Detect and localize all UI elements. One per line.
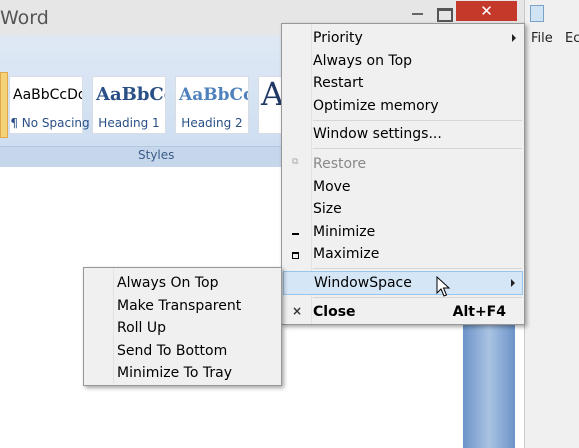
style-sample: AaBbCc <box>96 84 165 105</box>
menu-item-window-settings[interactable]: Window settings... <box>282 123 524 145</box>
style-name: ¶ No Spacing <box>10 116 90 130</box>
menu-item-label: WindowSpace <box>314 275 412 291</box>
window-context-menu: Priority Always on Top Restart Optimize … <box>281 23 525 325</box>
menu-item-windowspace[interactable]: WindowSpace <box>283 271 523 295</box>
menu-separator <box>313 120 522 121</box>
style-name: Heading 1 <box>98 116 160 130</box>
chevron-right-icon <box>512 34 516 42</box>
menu-item-label: Optimize memory <box>313 98 439 114</box>
menu-item-restart[interactable]: Restart <box>282 72 524 94</box>
menu-item-label: Maximize <box>313 246 380 262</box>
menu-item-label: Always on Top <box>313 53 413 69</box>
submenu-item-minimize-to-tray[interactable]: Minimize To Tray <box>84 362 281 384</box>
menu-item-size[interactable]: Size <box>282 198 524 220</box>
menu-file[interactable]: File <box>531 31 553 46</box>
style-heading-2[interactable]: AaBbCc Heading 2 <box>175 76 249 134</box>
maximize-window-button[interactable] <box>437 8 453 22</box>
menu-item-optimize-memory[interactable]: Optimize memory <box>282 95 524 117</box>
menu-item-label: Close <box>313 304 356 320</box>
menu-separator <box>313 268 522 269</box>
menu-item-maximize[interactable]: Maximize <box>282 243 524 265</box>
style-no-spacing[interactable]: AaBbCcDd ¶ No Spacing <box>9 76 90 134</box>
menu-item-label: Roll Up <box>117 320 167 336</box>
menu-item-minimize[interactable]: Minimize <box>282 221 524 243</box>
maximize-icon <box>292 249 299 262</box>
menu-item-label: Always On Top <box>117 275 219 291</box>
minimize-window-button[interactable] <box>412 13 423 15</box>
menu-item-always-on-top[interactable]: Always on Top <box>282 50 524 72</box>
menu-item-move[interactable]: Move <box>282 176 524 198</box>
menu-item-label: Send To Bottom <box>117 343 228 359</box>
notepad-icon <box>530 5 544 22</box>
menu-item-label: Window settings... <box>313 126 442 142</box>
selected-style-edge[interactable] <box>0 72 8 138</box>
menu-item-label: Move <box>313 179 351 195</box>
window-title: Word <box>0 7 49 29</box>
menu-item-label: Restore <box>313 156 367 172</box>
restore-icon: ⧉ <box>292 157 299 167</box>
menu-item-restore: ⧉ Restore <box>282 153 524 175</box>
menu-item-label: Minimize To Tray <box>117 365 232 381</box>
mouse-cursor-icon <box>436 276 450 297</box>
menu-item-label: Priority <box>313 30 363 46</box>
close-window-button[interactable]: ✕ <box>456 1 517 21</box>
menu-item-shortcut: Alt+F4 <box>452 304 506 320</box>
style-sample: AaBbCc <box>179 85 248 105</box>
menu-item-label: Minimize <box>313 224 376 240</box>
windowspace-submenu: Always On Top Make Transparent Roll Up S… <box>83 267 282 386</box>
style-heading-1[interactable]: AaBbCc Heading 1 <box>92 76 166 134</box>
notepad-window <box>524 0 579 448</box>
menu-item-label: Restart <box>313 75 364 91</box>
minimize-icon <box>292 225 299 238</box>
submenu-item-send-to-bottom[interactable]: Send To Bottom <box>84 340 281 362</box>
menu-separator <box>313 297 522 298</box>
chevron-right-icon <box>511 279 515 287</box>
menu-item-priority[interactable]: Priority <box>282 27 524 49</box>
submenu-item-make-transparent[interactable]: Make Transparent <box>84 295 281 317</box>
submenu-item-always-on-top[interactable]: Always On Top <box>84 272 281 294</box>
menu-item-close[interactable]: × Close Alt+F4 <box>282 301 524 323</box>
submenu-item-roll-up[interactable]: Roll Up <box>84 317 281 339</box>
style-name: Heading 2 <box>181 116 243 130</box>
close-icon: × <box>292 304 303 318</box>
menu-item-label: Size <box>313 201 342 217</box>
styles-group-label: Styles <box>138 148 175 162</box>
menu-item-label: Make Transparent <box>117 298 242 314</box>
menu-separator <box>313 148 522 149</box>
style-sample: AaBbCcDd <box>13 87 82 103</box>
menu-edit[interactable]: Ec <box>565 31 579 46</box>
